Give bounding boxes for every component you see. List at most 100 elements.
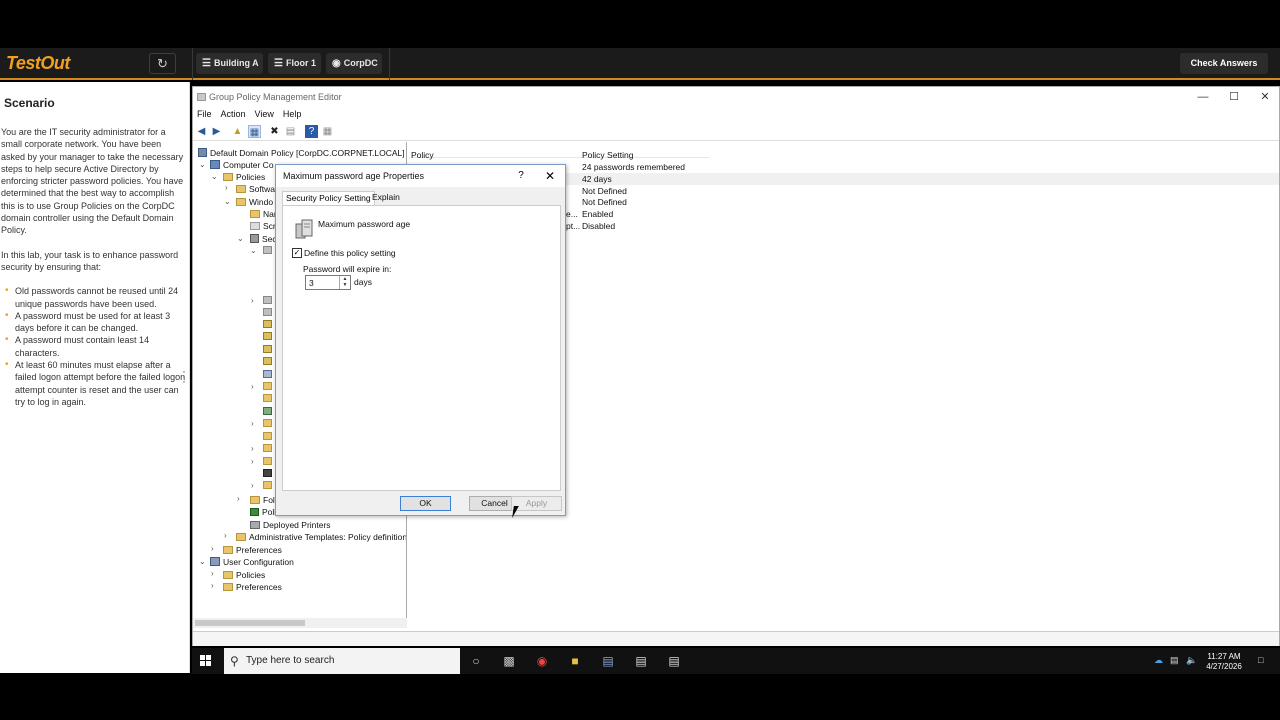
define-policy-label[interactable]: Define this policy setting bbox=[304, 248, 396, 258]
show-hide-tree-icon[interactable]: ▦ bbox=[248, 125, 261, 138]
event-log-icon[interactable] bbox=[263, 308, 272, 316]
folder-icon[interactable] bbox=[263, 419, 272, 427]
tree-policies[interactable]: Policies bbox=[223, 171, 265, 183]
onedrive-icon[interactable]: ☁ bbox=[1154, 655, 1163, 666]
volume-icon[interactable]: 🔈 bbox=[1186, 655, 1197, 666]
chevron-down-icon[interactable]: ⌄ bbox=[211, 172, 218, 181]
folder-icon[interactable] bbox=[263, 444, 272, 452]
close-window-button[interactable]: ✕ bbox=[1249, 87, 1280, 107]
chevron-right-icon[interactable]: › bbox=[225, 183, 228, 192]
ok-button[interactable]: OK bbox=[400, 496, 451, 511]
chevron-down-icon[interactable]: ⌄ bbox=[250, 246, 257, 255]
firewall-icon[interactable] bbox=[263, 407, 272, 415]
tree-horizontal-scrollbar[interactable] bbox=[193, 618, 407, 628]
gpme-taskbar-icon[interactable]: ▤ bbox=[666, 653, 682, 669]
dialog-close-button[interactable]: ✕ bbox=[542, 165, 558, 187]
chrome-icon[interactable]: ◉ bbox=[534, 653, 550, 669]
network-list-icon[interactable] bbox=[263, 370, 272, 378]
stepper-down-icon[interactable]: ▼ bbox=[343, 282, 348, 288]
maximize-button[interactable]: ☐ bbox=[1218, 87, 1250, 107]
cortana-icon[interactable]: ○ bbox=[468, 653, 484, 669]
folder-icon[interactable] bbox=[263, 432, 272, 440]
tree-user-preferences[interactable]: Preferences bbox=[223, 581, 282, 593]
tree-windows-settings[interactable]: Windo bbox=[236, 196, 273, 208]
server-manager-icon[interactable]: ▤ bbox=[600, 653, 616, 669]
chevron-right-icon[interactable]: › bbox=[237, 494, 240, 503]
chevron-right-icon[interactable]: › bbox=[251, 296, 254, 305]
taskbar-search-box[interactable]: ⚲ Type here to search bbox=[224, 648, 460, 674]
chevron-right-icon[interactable]: › bbox=[211, 544, 214, 553]
scrollbar-thumb[interactable] bbox=[195, 620, 305, 626]
chevron-right-icon[interactable]: › bbox=[251, 382, 254, 391]
chevron-right-icon[interactable]: › bbox=[224, 531, 227, 540]
tree-computer-preferences[interactable]: Preferences bbox=[223, 544, 282, 556]
define-policy-checkbox[interactable]: ✓ bbox=[292, 248, 302, 258]
windows-start-icon[interactable] bbox=[200, 655, 212, 667]
chevron-down-icon[interactable]: ⌄ bbox=[224, 197, 231, 206]
tree-user-configuration[interactable]: User Configuration bbox=[210, 556, 294, 568]
column-header-policy-setting[interactable]: Policy Setting bbox=[582, 149, 634, 161]
back-icon[interactable]: ◀ bbox=[195, 125, 208, 138]
view-icon[interactable]: ▦ bbox=[321, 125, 334, 138]
chevron-down-icon[interactable]: ⌄ bbox=[237, 234, 244, 243]
notifications-icon[interactable]: □ bbox=[1258, 655, 1263, 665]
local-policies-icon[interactable] bbox=[263, 296, 272, 304]
tree-administrative-templates[interactable]: Administrative Templates: Policy definit… bbox=[236, 531, 406, 543]
folder-icon[interactable] bbox=[263, 382, 272, 390]
task-view-icon[interactable]: ▩ bbox=[501, 653, 517, 669]
forward-icon[interactable]: ▶ bbox=[210, 125, 223, 138]
chevron-down-icon[interactable]: ⌄ bbox=[199, 557, 206, 566]
dialog-help-button[interactable]: ? bbox=[514, 165, 528, 187]
minimize-button[interactable]: — bbox=[1187, 87, 1219, 107]
network-icon[interactable]: ▤ bbox=[1170, 655, 1179, 666]
expire-days-value[interactable]: 3 bbox=[309, 278, 314, 288]
tree-security-settings[interactable]: Sec bbox=[250, 233, 277, 245]
tab-explain[interactable]: Explain bbox=[369, 191, 403, 205]
expire-days-stepper[interactable]: 3 ▲ ▼ bbox=[305, 275, 351, 290]
tree-computer-configuration[interactable]: Computer Co bbox=[210, 159, 274, 171]
tree-root[interactable]: Default Domain Policy [CorpDC.CORPNET.LO… bbox=[198, 147, 406, 159]
properties-icon[interactable]: ▤ bbox=[284, 125, 297, 138]
chevron-right-icon[interactable]: › bbox=[211, 569, 214, 578]
policy-setting-cell[interactable]: 24 passwords remembered bbox=[582, 161, 685, 173]
menu-view[interactable]: View bbox=[255, 107, 274, 121]
tree-name-resolution-policy[interactable]: Nar bbox=[250, 208, 277, 220]
lock-folder-icon[interactable] bbox=[263, 345, 272, 353]
lock-folder-icon[interactable] bbox=[263, 357, 272, 365]
chevron-right-icon[interactable]: › bbox=[251, 457, 254, 466]
policy-setting-cell[interactable]: Enabled bbox=[582, 208, 613, 220]
tab-security-policy-setting[interactable]: Security Policy Setting bbox=[282, 191, 375, 206]
policy-setting-cell[interactable]: Disabled bbox=[582, 220, 615, 232]
tree-scripts[interactable]: Scri bbox=[250, 220, 278, 232]
stepper-buttons[interactable]: ▲ ▼ bbox=[339, 276, 350, 289]
folder-icon[interactable] bbox=[263, 457, 272, 465]
menu-action[interactable]: Action bbox=[221, 107, 246, 121]
chevron-right-icon[interactable]: › bbox=[251, 419, 254, 428]
tree-user-policies[interactable]: Policies bbox=[223, 569, 265, 581]
ipsec-icon[interactable] bbox=[263, 469, 272, 477]
policy-editor-taskbar-icon[interactable]: ▤ bbox=[633, 653, 649, 669]
taskbar-clock[interactable]: 11:27 AM 4/27/2026 bbox=[1203, 652, 1245, 672]
tree-software-settings[interactable]: Softwa bbox=[236, 183, 275, 195]
up-folder-icon[interactable]: ▲ bbox=[231, 125, 244, 138]
help-icon[interactable]: ? bbox=[305, 125, 318, 138]
breadcrumb-floor[interactable]: ☰ Floor 1 bbox=[268, 53, 321, 74]
lock-folder-icon[interactable] bbox=[263, 320, 272, 328]
file-explorer-icon[interactable]: ■ bbox=[567, 653, 583, 669]
account-policies-icon[interactable] bbox=[263, 246, 272, 254]
chevron-down-icon[interactable]: ⌄ bbox=[199, 160, 206, 169]
chevron-right-icon[interactable]: › bbox=[251, 444, 254, 453]
menu-help[interactable]: Help bbox=[283, 107, 302, 121]
lock-folder-icon[interactable] bbox=[263, 332, 272, 340]
check-answers-button[interactable]: Check Answers bbox=[1180, 53, 1268, 74]
column-header-policy[interactable]: Policy bbox=[411, 149, 434, 161]
chevron-right-icon[interactable]: › bbox=[251, 481, 254, 490]
policy-setting-cell[interactable]: Not Defined bbox=[582, 196, 627, 208]
folder-icon[interactable] bbox=[263, 394, 272, 402]
breadcrumb-server[interactable]: ◉ CorpDC bbox=[326, 53, 382, 74]
policy-setting-cell[interactable]: 42 days bbox=[582, 173, 612, 185]
refresh-icon[interactable]: ↻ bbox=[149, 53, 176, 74]
policy-name-fragment[interactable]: pt... bbox=[566, 220, 580, 232]
tree-deployed-printers[interactable]: Deployed Printers bbox=[250, 519, 331, 531]
panel-resize-handle[interactable]: · · · bbox=[182, 365, 186, 387]
